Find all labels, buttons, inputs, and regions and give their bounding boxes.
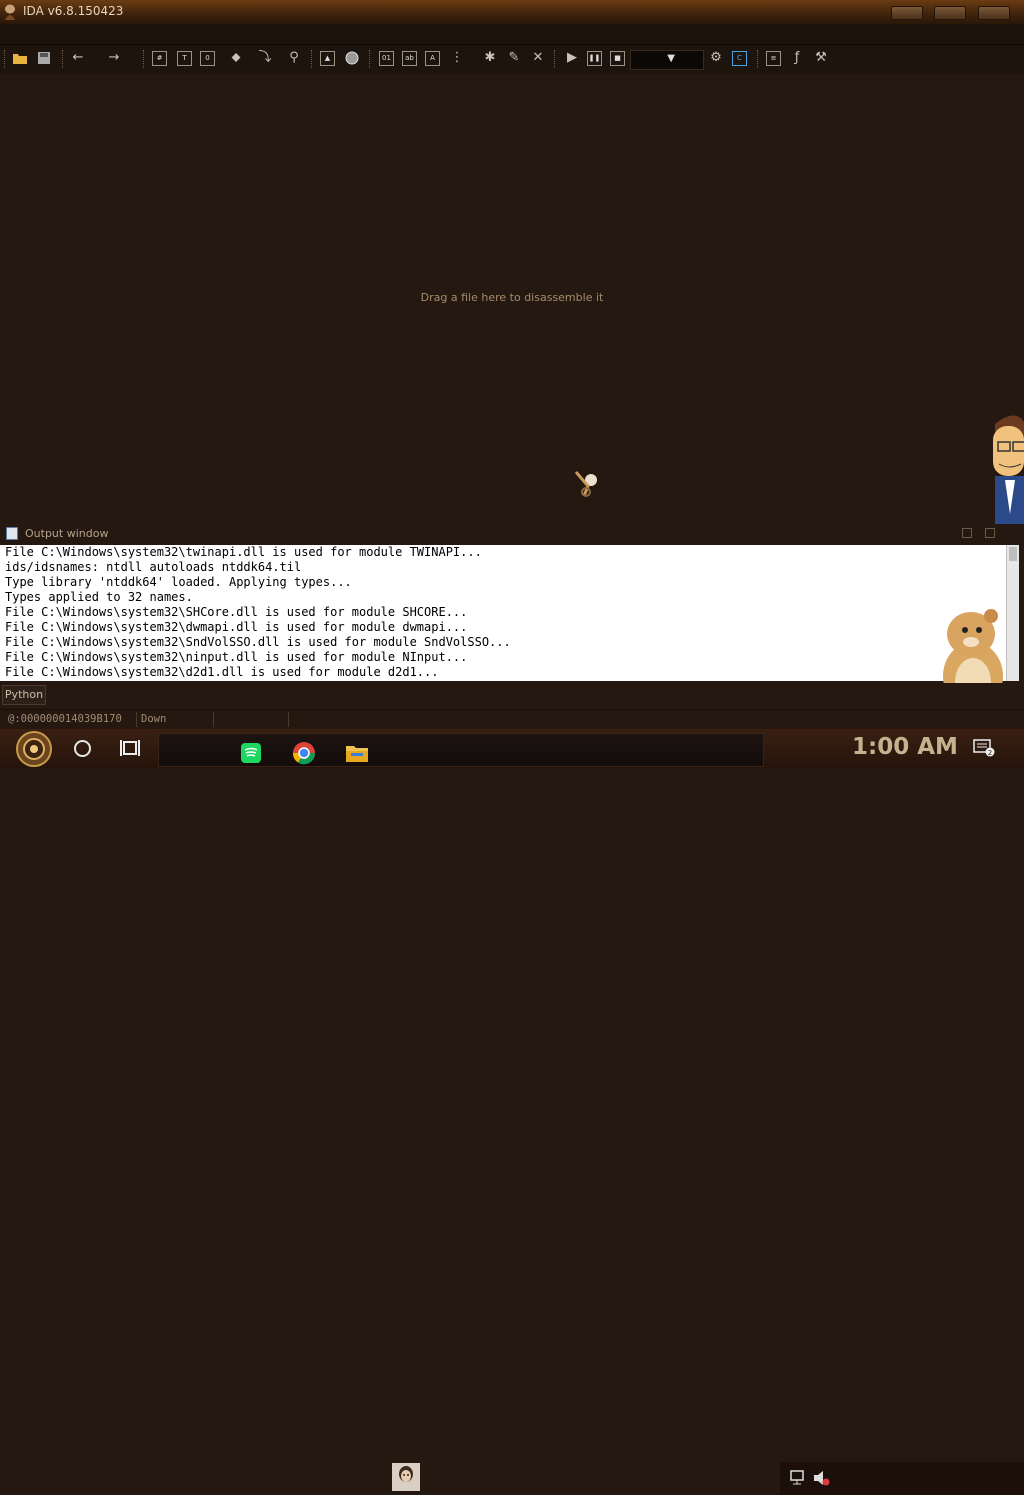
cortana-icon[interactable] [74, 740, 91, 757]
network-icon[interactable] [788, 1470, 806, 1486]
notification-icon[interactable]: 2 [973, 739, 995, 757]
title-bar: IDA v6.8.150423 [0, 0, 1024, 25]
log-line: ids/idsnames: ntdll autoloads ntddk64.ti… [5, 560, 302, 574]
debugger-select[interactable]: ▼ [630, 50, 704, 70]
taskbar-clock[interactable]: 1:00 AM [852, 734, 958, 760]
restore-button[interactable] [985, 528, 995, 538]
stop-icon[interactable]: ■ [610, 51, 625, 66]
func-icon[interactable]: ƒ [789, 50, 805, 66]
volume-muted-icon[interactable] [812, 1470, 830, 1486]
python-button[interactable]: Python [2, 685, 46, 705]
file-explorer-icon[interactable] [345, 741, 369, 765]
toolbar-separator [62, 50, 65, 68]
svg-text:2: 2 [988, 749, 992, 757]
back-icon[interactable]: ← [70, 50, 86, 66]
c-icon[interactable]: C [732, 51, 747, 66]
ida-logo-icon [5, 4, 15, 20]
chevron-down-icon: ▼ [667, 53, 675, 64]
window-title: IDA v6.8.150423 [23, 4, 124, 18]
log-line: File C:\Windows\system32\SndVolSSO.dll i… [5, 635, 511, 649]
taskbar-apps [158, 733, 764, 767]
disassembly-area[interactable]: Drag a file here to disassemble it [0, 73, 1024, 523]
output-log[interactable]: File C:\Windows\system32\twinapi.dll is … [0, 545, 1006, 681]
text-icon[interactable]: T [177, 51, 192, 66]
output-window-icon [6, 527, 18, 540]
system-tray [780, 1462, 1024, 1495]
code-icon[interactable]: # [152, 51, 167, 66]
unknown-icon[interactable]: ⬥ [228, 50, 244, 66]
ptr-icon[interactable]: ✱ [482, 50, 498, 66]
toolbar-separator [143, 50, 146, 68]
float-button[interactable] [962, 528, 972, 538]
log-line: Types applied to 32 names. [5, 590, 193, 604]
toolbar: ← → # T 0 ⬥ ⤵ ⚲ ▲ 01 ab A ⋮ ✱ ✎ ✕ ▶ ❚❚ ■… [0, 45, 1024, 73]
search-icon[interactable]: ⚲ [286, 50, 302, 66]
log-line: File C:\Windows\system32\SHCore.dll is u… [5, 605, 468, 619]
log-line: File C:\Windows\system32\d2d1.dll is use… [5, 665, 439, 679]
python-bar: Python [0, 683, 1024, 709]
drag-hint: Drag a file here to disassemble it [420, 291, 604, 304]
struct-icon[interactable]: ⋮ [449, 50, 465, 66]
start-button[interactable] [10, 730, 58, 768]
chrome-icon[interactable] [292, 741, 316, 765]
forward-icon[interactable]: → [106, 50, 122, 66]
minimize-button[interactable] [891, 6, 923, 20]
status-direction: Down [141, 713, 167, 725]
string-icon[interactable]: ab [402, 51, 417, 66]
toolbar-separator [4, 50, 7, 68]
ascii-icon[interactable]: A [425, 51, 440, 66]
debugger-icon[interactable]: ⚙ [708, 50, 724, 66]
toolbar-separator [369, 50, 372, 68]
log-line: File C:\Windows\system32\ninput.dll is u… [5, 650, 468, 664]
save-icon[interactable] [36, 50, 52, 66]
data-icon[interactable]: 0 [200, 51, 215, 66]
graph-icon[interactable]: ≡ [766, 51, 781, 66]
log-line: File C:\Windows\system32\dwmapi.dll is u… [5, 620, 468, 634]
pause-icon[interactable]: ❚❚ [587, 51, 602, 66]
log-line: File C:\Windows\system32\twinapi.dll is … [5, 545, 482, 559]
output-header: Output window [0, 524, 1024, 544]
python-input[interactable] [50, 686, 1020, 704]
menu-bar [0, 24, 1024, 45]
toolbar-separator [311, 50, 314, 68]
spotify-icon[interactable] [239, 741, 263, 765]
record-icon[interactable] [344, 50, 360, 66]
mascot-icon [574, 471, 597, 497]
open-icon[interactable] [12, 50, 28, 66]
output-title: Output window [25, 527, 109, 540]
toolbar-separator [757, 50, 760, 68]
warning-icon[interactable]: ▲ [320, 51, 335, 66]
play-icon[interactable]: ▶ [564, 50, 580, 66]
maximize-button[interactable] [934, 6, 966, 20]
status-bar: @:000000014039B170 Down [0, 709, 1024, 730]
delete-icon[interactable]: ✕ [530, 50, 546, 66]
jump-icon[interactable]: ⤵ [257, 50, 273, 66]
edit-icon[interactable]: ✎ [506, 50, 522, 66]
log-line: Type library 'ntddk64' loaded. Applying … [5, 575, 352, 589]
cartoon-character [993, 415, 1024, 530]
toolbar-separator [554, 50, 557, 68]
status-address: @:000000014039B170 [8, 713, 122, 725]
task-view-icon[interactable] [120, 739, 140, 757]
ida-icon[interactable] [392, 1463, 420, 1491]
tools-icon[interactable]: ⚒ [813, 50, 829, 66]
bytes-icon[interactable]: 01 [379, 51, 394, 66]
close-button[interactable] [978, 6, 1010, 20]
